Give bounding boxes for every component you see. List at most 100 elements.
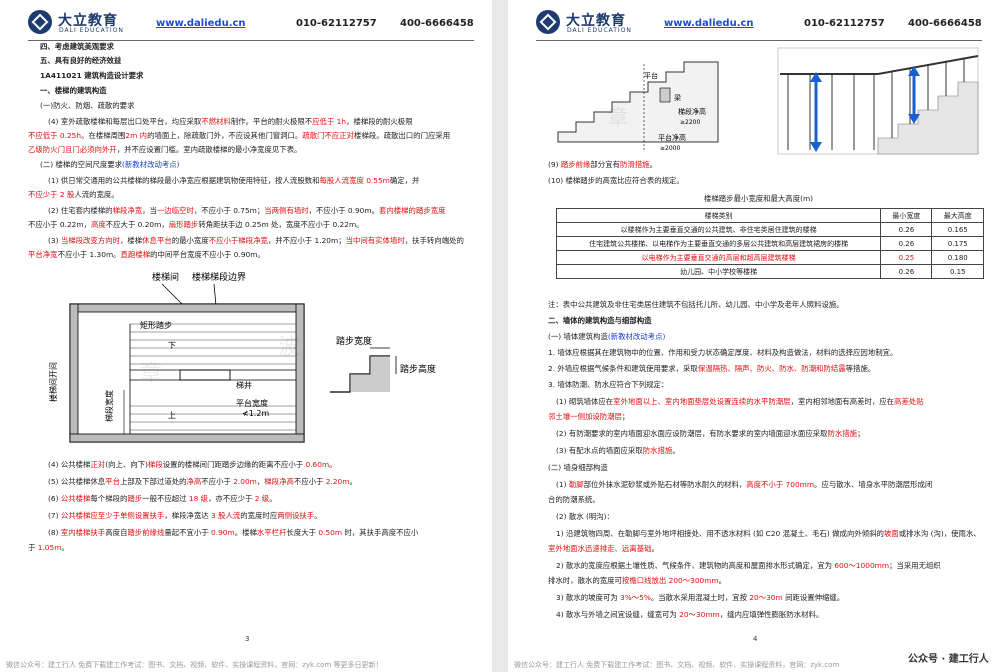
table-header-cell: 楼梯类别 [555, 208, 882, 223]
paragraph-line: (7) 公共楼梯应至少于单侧设置扶手，梯段净宽达 3 股人流的宽度时应两侧设扶手… [48, 511, 322, 520]
label-rect-step: 矩形踏步 [140, 320, 172, 330]
table-cell: 0.180 [931, 250, 984, 265]
label-stairwell: 楼梯间 [152, 271, 179, 283]
paragraph-line: (1) 砌筑墙体应在室外地面以上、室内地面垫层处设置连续的水平防潮层，室内相邻地… [556, 397, 924, 406]
paragraph-line: (10) 楼梯踏步的高宽比应符合表的规定。 [548, 176, 684, 185]
paragraph-line: 合的防潮系统。 [548, 495, 600, 504]
phone-number-1: 010-62112757 [804, 18, 885, 29]
table-row: 以楼梯作为主要垂直交通的公共建筑、非住宅类居住建筑的楼梯 0.26 0.165 [555, 222, 984, 237]
phone-number-1: 010-62112757 [296, 18, 377, 29]
table-header-row: 楼梯类别 最小宽度 最大高度 [555, 208, 984, 223]
value-landing-clearance: ≥2000 [660, 145, 680, 152]
table-cell: 0.25 [880, 250, 933, 265]
label-flight-width: 梯段宽度 [104, 390, 114, 422]
table-row: 住宅建筑公共楼梯、以电梯作为主要垂直交通的多层公共建筑和高层建筑裙房的楼梯 0.… [555, 236, 984, 251]
page-number: 3 [245, 635, 250, 643]
paragraph-line: 3) 散水的坡度可为 3%～5%。当散水采用混凝土时，宜按 20～30m 间距设… [556, 593, 845, 602]
paragraph-line: 不应小于 0.22m，高度不应大于 0.20m，扇形踏步转角距扶手边 0.25m… [28, 220, 364, 229]
paragraph-line: (6) 公共楼梯每个梯段的踏步一般不应超过 18 级，亦不应少于 2 级。 [48, 494, 277, 503]
label-riser-height: 踏步高度 [400, 363, 436, 375]
paragraph-line: 室外地面水迅速排走、远离基础。 [548, 544, 659, 553]
paragraph-line: 排水时，散水的宽度可按檐口线放出 200～300mm。 [548, 576, 727, 585]
paragraph-line: 1. 墙体应根据其在建筑物中的位置、作用和受力状态确定厚度、材料及构造做法，材料… [548, 348, 898, 357]
sub-heading-fire: (一)防火、防烟、疏散的要求 [40, 101, 135, 110]
label-stair-well: 梯井 [236, 380, 252, 390]
paragraph-line: 2. 外墙应根据气候条件和建筑使用要求，采取保温隔热、隔声、防火、防水、防潮和防… [548, 364, 876, 373]
value-flight-clearance: ≥2200 [680, 119, 700, 126]
paragraph-line: 邻土壤一侧加设防潮层； [548, 412, 630, 421]
table-row: 幼儿园、中小学校等楼梯 0.26 0.15 [555, 264, 984, 279]
label-landing-width: 平台宽度 [236, 398, 268, 408]
paragraph-line: 4) 散水与外墙之间宜设缝，缝宽可为 20～30mm，缝内应填弹性膨胀防水材料。 [556, 610, 824, 619]
table-cell: 0.165 [931, 222, 984, 237]
stair-clearance-figure: 平台 梁 梯段净高 ≥2200 平台净高 ≥2000 章 [557, 47, 979, 155]
table-note: 注：表中公共建筑及非住宅类居住建筑不包括托儿所、幼儿园、中小学及老年人照料设施。 [548, 300, 844, 309]
phone-number-2: 400-6666458 [400, 18, 474, 29]
sub-heading-detail: (二) 墙身细部构造 [548, 463, 608, 472]
table-title: 楼梯踏步最小宽度和最大高度(m) [704, 194, 814, 203]
label-up: 上 [168, 411, 176, 420]
brand-name-en: DALI EDUCATION [567, 27, 632, 34]
stair-step-table: 楼梯类别 最小宽度 最大高度 以楼梯作为主要垂直交通的公共建筑、非住宅类居住建筑… [555, 208, 984, 279]
table-header-cell: 最小宽度 [880, 208, 933, 223]
brand-logo-icon [536, 10, 560, 34]
table-cell: 以楼梯作为主要垂直交通的公共建筑、非住宅类居住建筑的楼梯 [555, 222, 882, 237]
figure-watermark: 章 [608, 105, 628, 129]
paragraph-line: 不应少于 2 股人流的宽度。 [28, 190, 119, 199]
page-number: 4 [753, 635, 758, 643]
sub-heading-space: (二) 楼梯的空间尺度要求(新教材改动考点) [40, 160, 180, 169]
paragraph-line: (3) 有配水点的墙面应采取防水措施。 [556, 446, 680, 455]
paragraph-line: (2) 散水 (明沟)： [556, 512, 614, 521]
table-row: 以电梯作为主要垂直交通的高层和超高层建筑楼梯 0.25 0.180 [555, 250, 984, 265]
website-link[interactable]: www.daliedu.cn [664, 18, 754, 29]
table-cell: 0.26 [880, 264, 933, 279]
paragraph-line: 乙级防火门且门必须向外开，并不应设置门槛。室内疏散楼梯的最小净宽度见下表。 [28, 145, 302, 154]
footer-watermark: 公众号 · 建工行人 [908, 654, 989, 665]
paragraph-line: (1) 供日常交通用的公共楼梯的梯段最小净宽应根据建筑物使用特征，按人流股数和每… [48, 176, 420, 185]
paragraph-line: (8) 室内楼梯扶手高度自踏步前缘线量起不宜小于 0.90m。楼梯水平栏杆长度大… [48, 528, 419, 537]
paragraph-line: (2) 有防潮要求的室内墙面迎水面应设防潮层，有防水要求的室内墙面迎水面应采取防… [556, 429, 865, 438]
paragraph-line: (1) 勒脚部位外抹水泥砂浆或外贴石材等防水耐久的材料，高度不小于 700mm。… [556, 480, 933, 489]
left-page: 大立教育 DALI EDUCATION www.daliedu.cn 010-6… [0, 0, 492, 672]
heading-four: 四、考虑建筑美观要求 [40, 42, 114, 51]
paragraph-line: 1) 沿建筑物四周、在勒脚与室外地坪相接处、用不透水材料 (如 C20 混凝土、… [556, 529, 981, 538]
label-tread-width: 踏步宽度 [336, 335, 372, 347]
paragraph-line: 于 1.05m。 [28, 543, 69, 552]
sub-heading-wall: (一) 墙体建筑构造(新教材改动考点) [548, 332, 666, 341]
footer-text: 微信公众号：建工行人 免费下载建工作考试：图书、文档、视频、软件、实操课程资料，… [6, 661, 383, 669]
footer-text: 微信公众号：建工行人 免费下载建工作考试：图书、文档、视频、软件、实操课程资料，… [514, 661, 840, 669]
brand-name-en: DALI EDUCATION [59, 27, 124, 34]
table-cell: 住宅建筑公共楼梯、以电梯作为主要垂直交通的多层公共建筑和高层建筑裙房的楼梯 [555, 236, 882, 251]
diagram-watermark: 波 [278, 335, 300, 360]
website-link[interactable]: www.daliedu.cn [156, 18, 246, 29]
table-cell: 0.15 [931, 264, 984, 279]
table-cell: 以电梯作为主要垂直交通的高层和超高层建筑楼梯 [555, 250, 882, 265]
label-landing-clearance: 平台净高 [658, 133, 686, 142]
stair-plan-diagram: 楼梯间 楼梯梯段边界 矩形踏步 下 上 梯井 平台宽度 ≮1.2m 楼梯间开间 … [48, 271, 436, 443]
diagram-watermark: 章 [140, 361, 162, 386]
paragraph-line: (4) 室外疏散楼梯和每层出口处平台，均应采取不燃材料制作。平台的耐火极限不应低… [48, 117, 413, 126]
table-cell: 0.26 [880, 222, 933, 237]
paragraph-line: (2) 住宅套内楼梯的梯段净宽，当一边临空时，不应小于 0.75m；当两侧有墙时… [48, 206, 446, 215]
page-header: 大立教育 DALI EDUCATION www.daliedu.cn 010-6… [536, 6, 982, 41]
table-cell: 幼儿园、中小学校等楼梯 [555, 264, 882, 279]
paragraph-line: (4) 公共楼梯正对(向上、向下)梯段设置的楼梯间门距踏步边缘的距离不应小于 0… [48, 460, 337, 469]
page-header: 大立教育 DALI EDUCATION www.daliedu.cn 010-6… [28, 6, 474, 41]
label-beam: 梁 [674, 93, 681, 102]
heading-five: 五、具有良好的经济效益 [40, 56, 122, 65]
heading-stair: 一、楼梯的建筑构造 [40, 86, 107, 95]
paragraph-line: (3) 当梯段改变方向时，楼梯休息平台的最小宽度不应小于梯段净宽，并不应小于 1… [48, 236, 464, 245]
table-header-cell: 最大高度 [931, 208, 984, 223]
table-cell: 0.26 [880, 236, 933, 251]
label-down: 下 [168, 341, 176, 350]
paragraph-line: (9) 踏步前缘部分宜有防滑措施。 [548, 160, 657, 169]
label-flight-clearance: 梯段净高 [678, 107, 706, 116]
right-page: 大立教育 DALI EDUCATION www.daliedu.cn 010-6… [508, 0, 1000, 672]
heading-wall: 二、墙体的建筑构造与细部构造 [548, 316, 652, 325]
table-cell: 0.175 [931, 236, 984, 251]
phone-number-2: 400-6666458 [908, 18, 982, 29]
paragraph-line: 3. 墙体防潮、防水应符合下列规定： [548, 380, 669, 389]
label-landing-min: ≮1.2m [242, 409, 269, 418]
label-platform: 平台 [644, 71, 658, 80]
paragraph-line: 不应低于 0.25h。在楼梯周围2m 内的墙面上，除疏散门外，不应设其他门窗洞口… [28, 131, 451, 140]
